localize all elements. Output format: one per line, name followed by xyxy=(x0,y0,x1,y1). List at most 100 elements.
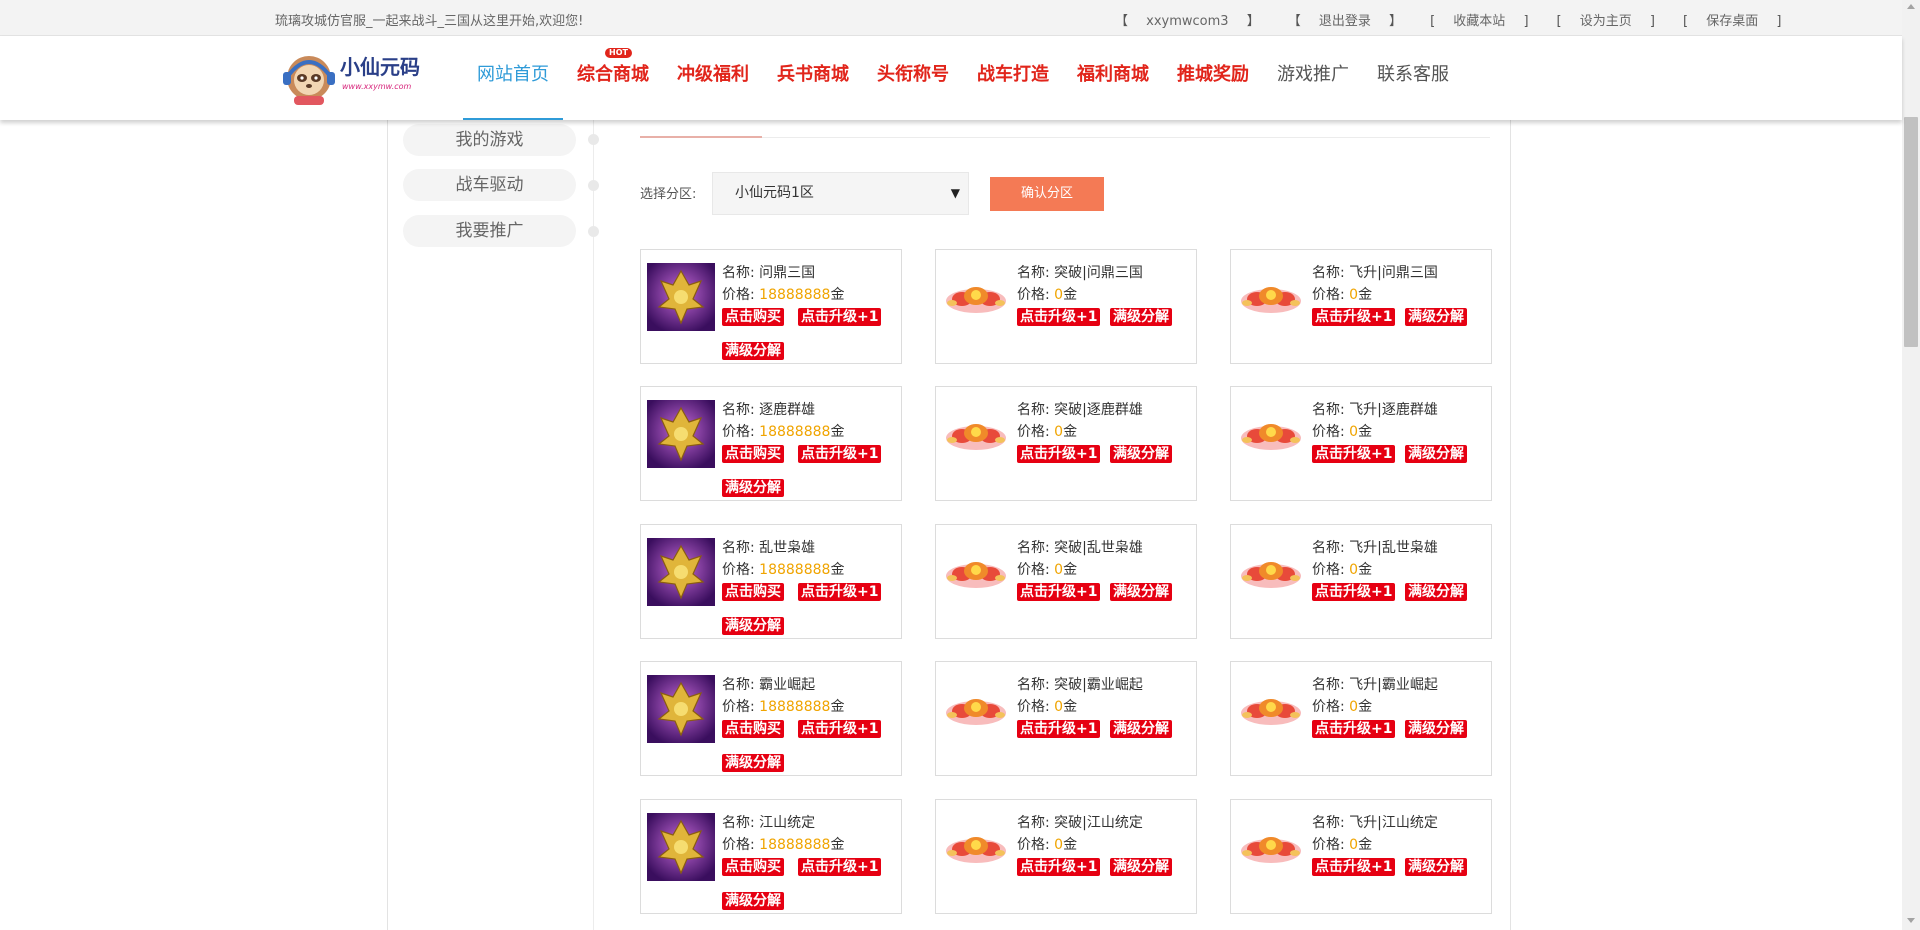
product-price: 价格: 18888888金 xyxy=(722,699,845,715)
upgrade-button[interactable]: 点击升级+1 xyxy=(1017,858,1101,876)
nav-titles[interactable]: 头衔称号 xyxy=(863,36,963,120)
upgrade-button[interactable]: 点击升级+1 xyxy=(1312,583,1396,601)
upgrade-button[interactable]: 点击升级+1 xyxy=(1312,858,1396,876)
decompose-button[interactable]: 满级分解 xyxy=(1405,308,1467,326)
top-link-bookmark[interactable]: [ 收藏本站 ] xyxy=(1430,10,1542,29)
product-name: 名称: 飞升|乱世枭雄 xyxy=(1312,540,1438,556)
product-name: 名称: 霸业崛起 xyxy=(722,677,816,693)
buy-button[interactable]: 点击购买 xyxy=(722,445,784,463)
product-name: 名称: 江山统定 xyxy=(722,815,816,831)
product-thumbnail xyxy=(1237,675,1305,743)
nav-level-welfare[interactable]: 冲级福利 xyxy=(663,36,763,120)
upgrade-button[interactable]: 点击升级+1 xyxy=(1312,308,1396,326)
buy-button[interactable]: 点击购买 xyxy=(722,308,784,326)
decompose-button[interactable]: 满级分解 xyxy=(722,617,784,635)
product-price: 价格: 0金 xyxy=(1017,287,1078,303)
scroll-up-icon[interactable] xyxy=(1907,4,1915,9)
product-info: 名称: 飞升|逐鹿群雄 价格: 0金 xyxy=(1312,399,1438,443)
upgrade-button[interactable]: 点击升级+1 xyxy=(798,858,882,876)
product-name: 名称: 逐鹿群雄 xyxy=(722,402,816,418)
product-name: 名称: 突破|逐鹿群雄 xyxy=(1017,402,1143,418)
upgrade-button[interactable]: 点击升级+1 xyxy=(1017,583,1101,601)
upgrade-button[interactable]: 点击升级+1 xyxy=(1312,720,1396,738)
zone-label: 选择分区: xyxy=(640,187,697,202)
nav-home[interactable]: 网站首页 xyxy=(463,36,563,120)
upgrade-button[interactable]: 点击升级+1 xyxy=(798,445,882,463)
nav-promotion[interactable]: 游戏推广 xyxy=(1263,36,1363,120)
product-price: 价格: 0金 xyxy=(1017,837,1078,853)
item-flower-icon xyxy=(946,424,1006,450)
top-link-username[interactable]: 【 xxymwcom3 】 xyxy=(1115,10,1274,29)
item-flower-icon xyxy=(946,699,1006,725)
decompose-button[interactable]: 满级分解 xyxy=(1405,858,1467,876)
upgrade-button[interactable]: 点击升级+1 xyxy=(798,583,882,601)
decompose-button[interactable]: 满级分解 xyxy=(1110,308,1172,326)
product-card: 名称: 飞升|乱世枭雄 价格: 0金 点击升级+1 满级分解 xyxy=(1230,524,1492,639)
product-name: 名称: 飞升|霸业崛起 xyxy=(1312,677,1438,693)
buy-button[interactable]: 点击购买 xyxy=(722,858,784,876)
decompose-button[interactable]: 满级分解 xyxy=(1110,445,1172,463)
upgrade-button[interactable]: 点击升级+1 xyxy=(1017,308,1101,326)
site-logo[interactable]: 小仙元码 www.xxymw.com xyxy=(280,48,455,108)
product-thumbnail xyxy=(647,400,715,468)
decompose-button[interactable]: 满级分解 xyxy=(1110,858,1172,876)
top-link-homepage[interactable]: [ 设为主页 ] xyxy=(1557,10,1669,29)
decompose-button[interactable]: 满级分解 xyxy=(1405,720,1467,738)
scroll-down-icon[interactable] xyxy=(1907,918,1915,923)
top-link-logout[interactable]: 【 退出登录 】 xyxy=(1288,10,1416,29)
product-name: 名称: 飞升|逐鹿群雄 xyxy=(1312,402,1438,418)
decompose-button[interactable]: 满级分解 xyxy=(722,754,784,772)
upgrade-button[interactable]: 点击升级+1 xyxy=(1312,445,1396,463)
item-flower-icon xyxy=(1241,837,1301,863)
scroll-thumb[interactable] xyxy=(1904,117,1918,347)
product-thumbnail xyxy=(942,263,1010,331)
nav-chariot[interactable]: 战车打造 xyxy=(963,36,1063,120)
product-card: 名称: 飞升|问鼎三国 价格: 0金 点击升级+1 满级分解 xyxy=(1230,249,1492,364)
item-flower-icon xyxy=(946,562,1006,588)
product-card: 名称: 飞升|逐鹿群雄 价格: 0金点击升级+1 满级分解 xyxy=(1230,386,1492,501)
product-name: 名称: 突破|乱世枭雄 xyxy=(1017,540,1143,556)
product-info: 名称: 飞升|江山统定 价格: 0金 xyxy=(1312,812,1438,856)
nav-mall[interactable]: HOT 综合商城 xyxy=(563,36,663,120)
product-card: 名称: 逐鹿群雄 价格: 18888888金 点击购买 点击升级+1 满级分解 xyxy=(640,386,902,501)
confirm-zone-button[interactable]: 确认分区 xyxy=(990,177,1104,211)
product-thumbnail xyxy=(942,400,1010,468)
upgrade-button[interactable]: 点击升级+1 xyxy=(1017,445,1101,463)
decompose-button[interactable]: 满级分解 xyxy=(722,342,784,360)
item-emblem-icon xyxy=(647,813,715,881)
sidebar-item-chariot-drive[interactable]: 战车驱动 xyxy=(403,169,576,201)
buy-button[interactable]: 点击购买 xyxy=(722,720,784,738)
product-card: 名称: 飞升|霸业崛起 价格: 0金 点击升级+1 满级分解 xyxy=(1230,661,1492,776)
item-emblem-icon xyxy=(647,538,715,606)
upgrade-button[interactable]: 点击升级+1 xyxy=(798,720,882,738)
decompose-button[interactable]: 满级分解 xyxy=(1405,583,1467,601)
upgrade-button[interactable]: 点击升级+1 xyxy=(1017,720,1101,738)
item-flower-icon xyxy=(1241,699,1301,725)
top-links: 【 xxymwcom3 】 【 退出登录 】 [ 收藏本站 ] [ 设为主页 ]… xyxy=(1115,10,1809,29)
item-flower-icon xyxy=(1241,287,1301,313)
product-thumbnail xyxy=(647,813,715,881)
product-card: 名称: 问鼎三国 价格: 18888888金 点击购买 点击升级+1 满级分解 xyxy=(640,249,902,364)
top-link-desktop[interactable]: [ 保存桌面 ] xyxy=(1683,10,1795,29)
decompose-button[interactable]: 满级分解 xyxy=(1110,583,1172,601)
sidebar-item-promote[interactable]: 我要推广 xyxy=(403,215,576,247)
decompose-button[interactable]: 满级分解 xyxy=(722,479,784,497)
nav-welfare-mall[interactable]: 福利商城 xyxy=(1063,36,1163,120)
content-tab-underline xyxy=(640,136,762,138)
upgrade-button[interactable]: 点击升级+1 xyxy=(798,308,882,326)
decompose-button[interactable]: 满级分解 xyxy=(1405,445,1467,463)
item-emblem-icon xyxy=(647,400,715,468)
nav-support[interactable]: 联系客服 xyxy=(1363,36,1463,120)
decompose-button[interactable]: 满级分解 xyxy=(1110,720,1172,738)
item-emblem-icon xyxy=(647,675,715,743)
buy-button[interactable]: 点击购买 xyxy=(722,583,784,601)
product-thumbnail xyxy=(1237,538,1305,606)
nav-city-reward[interactable]: 推城奖励 xyxy=(1163,36,1263,120)
vertical-scrollbar[interactable] xyxy=(1902,0,1920,930)
sidebar-item-my-games[interactable]: 我的游戏 xyxy=(403,124,576,156)
nav-book-mall[interactable]: 兵书商城 xyxy=(763,36,863,120)
product-info: 名称: 霸业崛起价格: 18888888金 xyxy=(722,674,844,718)
decompose-button[interactable]: 满级分解 xyxy=(722,892,784,910)
product-price: 价格: 18888888金 xyxy=(722,562,845,578)
zone-select[interactable]: 小仙元码1区 ▼ xyxy=(712,172,969,215)
